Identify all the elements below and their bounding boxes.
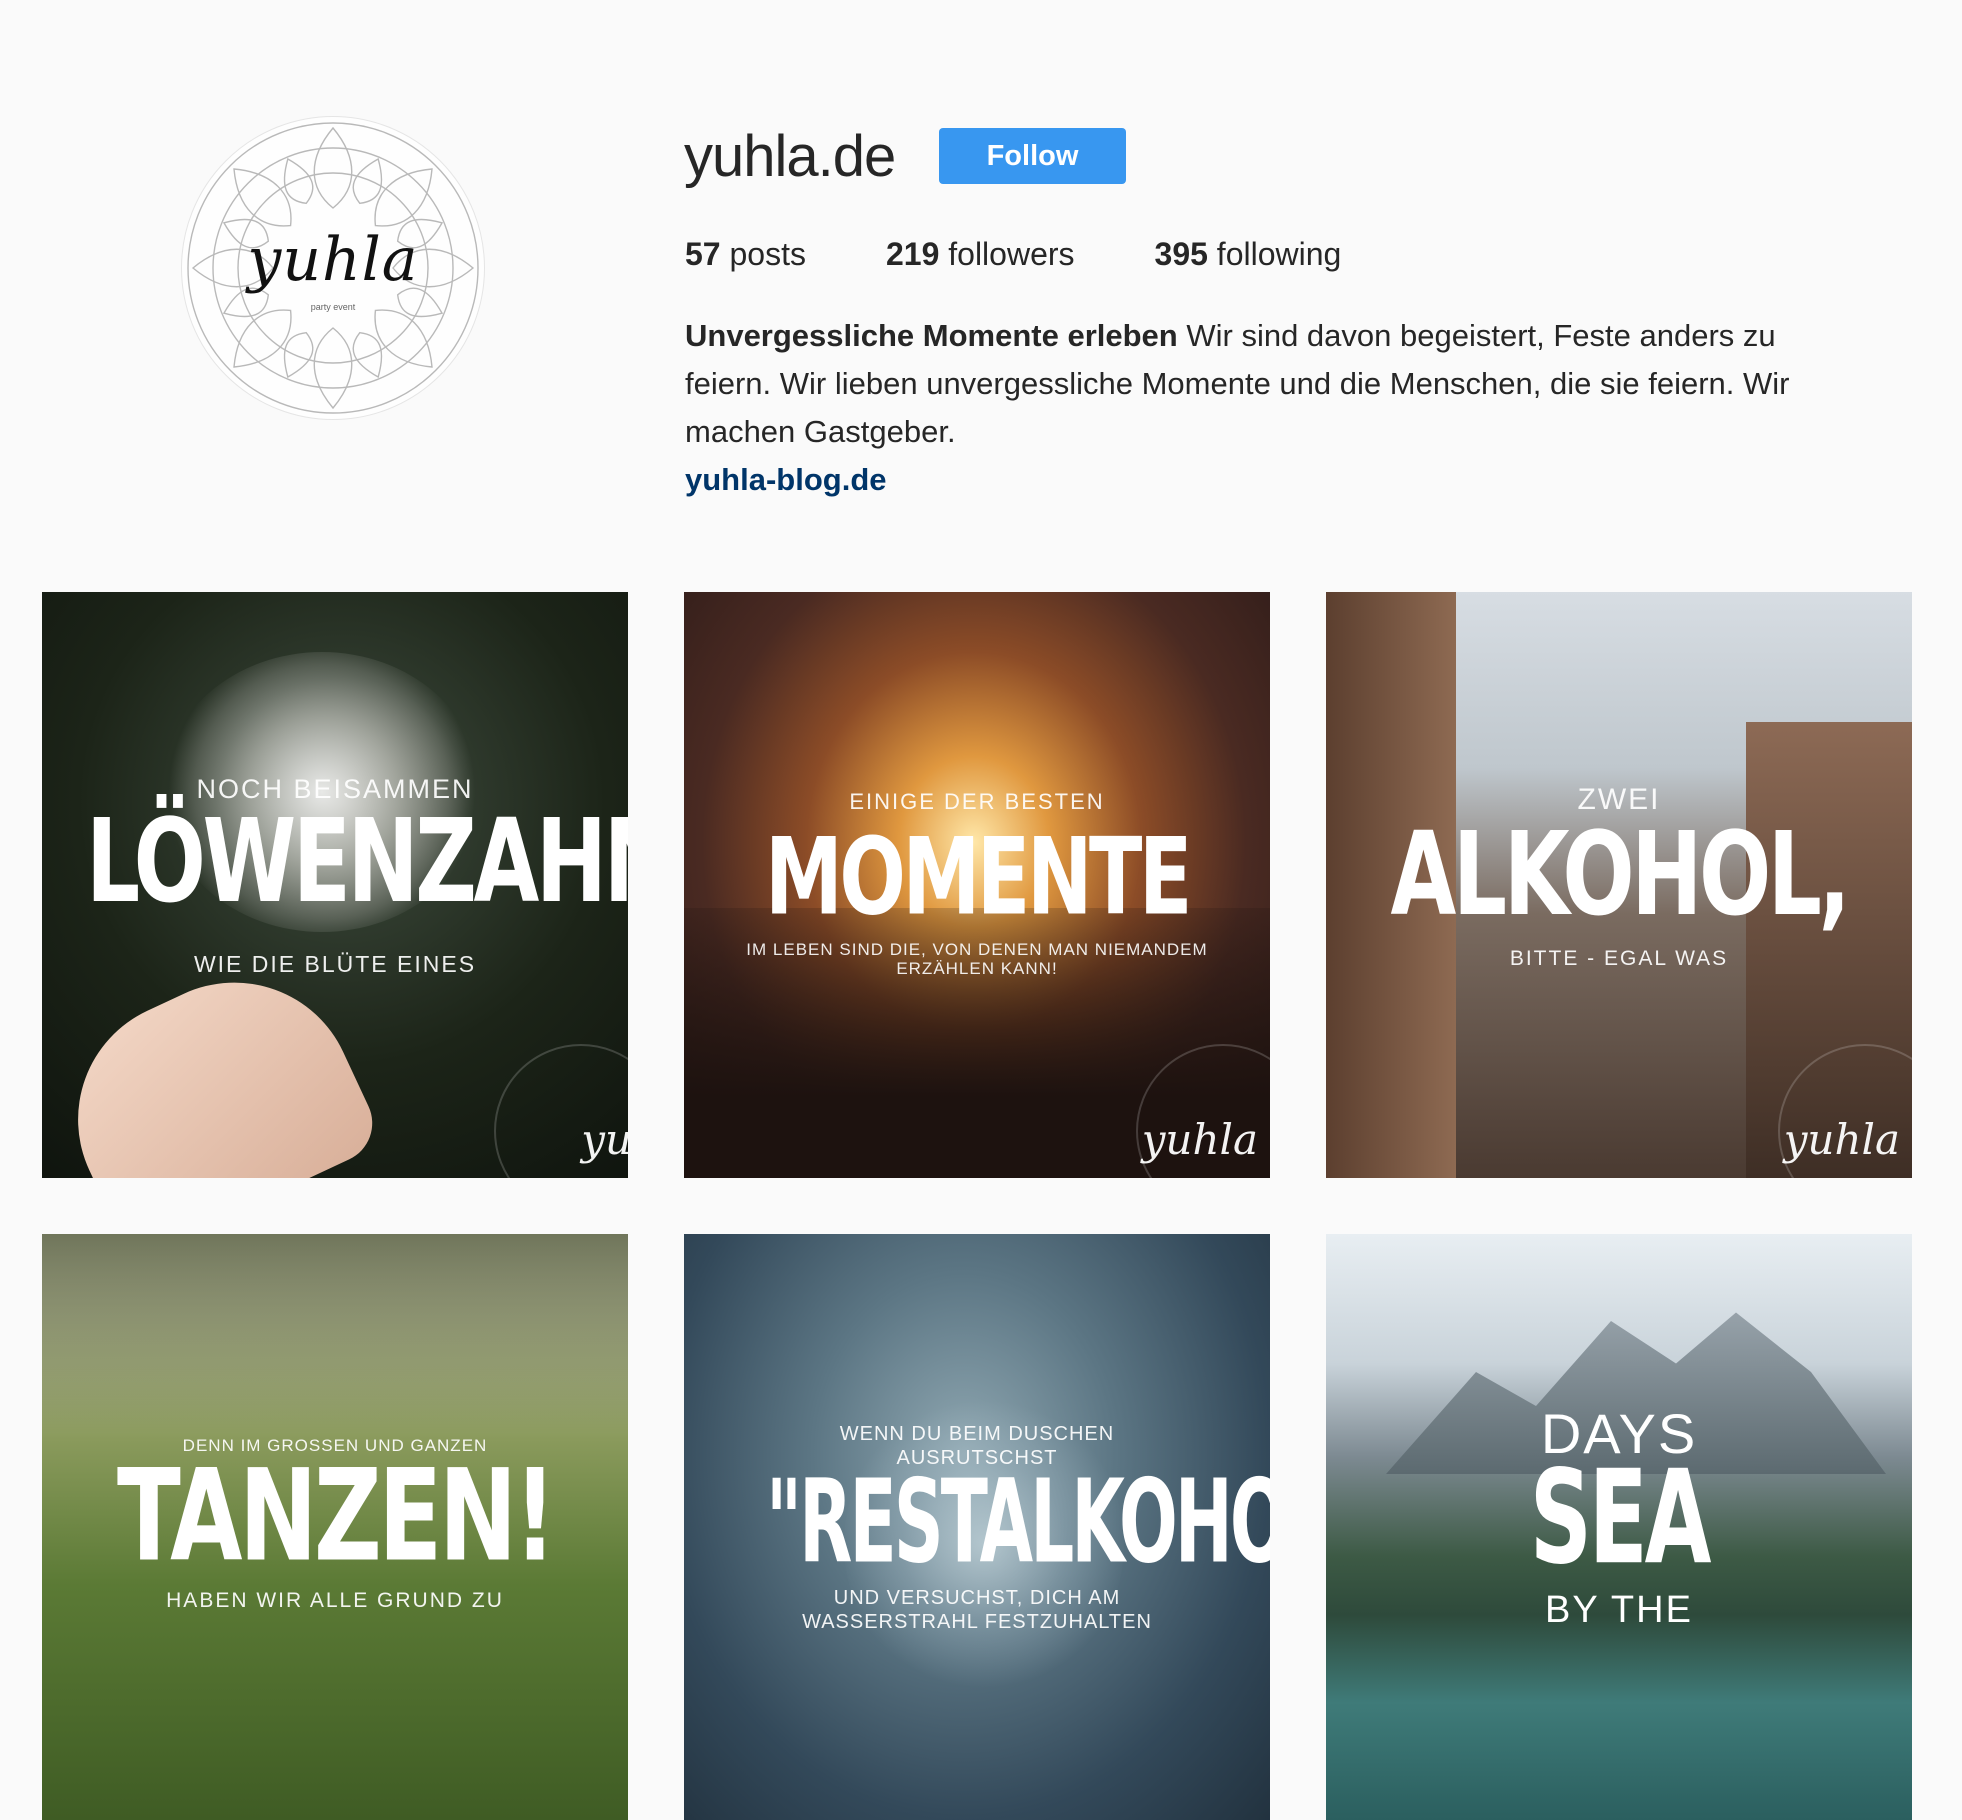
post-tile[interactable]: NOCH BEISAMMEN LÖWENZAHN WIE DIE BLÜTE E… [42, 592, 628, 1178]
post-tile[interactable]: EINIGE DER BESTEN MOMENTE IM LEBEN SIND … [684, 592, 1270, 1178]
post-bottom-text: HABEN WIR ALLE GRUND ZU [166, 1589, 504, 1612]
following-count: 395 [1154, 236, 1208, 272]
stat-followers[interactable]: 219 followers [886, 232, 1075, 276]
follow-button[interactable]: Follow [939, 128, 1126, 184]
post-tile[interactable]: WENN DU BEIM DUSCHEN AUSRUTSCHST "RESTAL… [684, 1234, 1270, 1820]
followers-label: followers [948, 236, 1075, 272]
avatar-subtitle: party event [310, 302, 356, 312]
post-bottom-text: WIE DIE BLÜTE EINES [193, 951, 477, 977]
posts-count: 57 [685, 236, 721, 272]
post-headline: "RESTALKOHOL" [766, 1454, 1270, 1590]
followers-count: 219 [885, 236, 940, 272]
profile-header: yuhla party event yuhla.de Follow 57 pos… [0, 0, 1962, 560]
profile-stats: 57 posts 219 followers 395 following [685, 232, 1421, 276]
post-headline: ALKOHOL, [1390, 807, 1851, 942]
post-headline: TANZEN! [117, 1442, 556, 1590]
post-bottom-text: BITTE - EGAL WAS [1509, 947, 1729, 970]
stat-following[interactable]: 395 following [1155, 232, 1342, 276]
bio-link[interactable]: yuhla-blog.de [685, 456, 1865, 504]
stat-posts: 57 posts [685, 232, 806, 276]
post-tile[interactable]: ZWEI ALKOHOL, BITTE - EGAL WAS yuhla [1326, 592, 1912, 1178]
post-tile[interactable]: DENN IM GROSSEN UND GANZEN TANZEN! HABEN… [42, 1234, 628, 1820]
profile-username: yuhla.de [684, 124, 896, 189]
profile-bio: Unvergessliche Momente erleben Wir sind … [685, 312, 1865, 504]
following-label: following [1216, 236, 1342, 272]
post-bottom-text: UND VERSUCHST, DICH AM WASSERSTRAHL FEST… [802, 1587, 1152, 1633]
post-top-text: EINIGE DER BESTEN [849, 789, 1105, 814]
willow-tree-image [42, 1234, 628, 1434]
post-watermark: yu [581, 1115, 628, 1164]
post-headline: LÖWENZAHN [85, 794, 628, 929]
post-watermark: yuhla [1783, 1115, 1900, 1164]
post-headline: MOMENTE [765, 815, 1192, 939]
posts-label: posts [729, 236, 806, 272]
post-headline: SEA [1529, 1443, 1712, 1594]
post-bottom-text: IM LEBEN SIND DIE, VON DENEN MAN NIEMAND… [746, 940, 1208, 978]
hand-image [42, 943, 386, 1178]
bio-name: Unvergessliche Momente erleben [685, 318, 1178, 353]
avatar-wordmark: yuhla [247, 225, 419, 295]
post-watermark: yuhla [1141, 1115, 1258, 1164]
post-bottom-text: BY THE [1545, 1589, 1693, 1631]
profile-avatar[interactable]: yuhla party event [181, 116, 485, 420]
post-tile[interactable]: DAYS SEA BY THE [1326, 1234, 1912, 1820]
